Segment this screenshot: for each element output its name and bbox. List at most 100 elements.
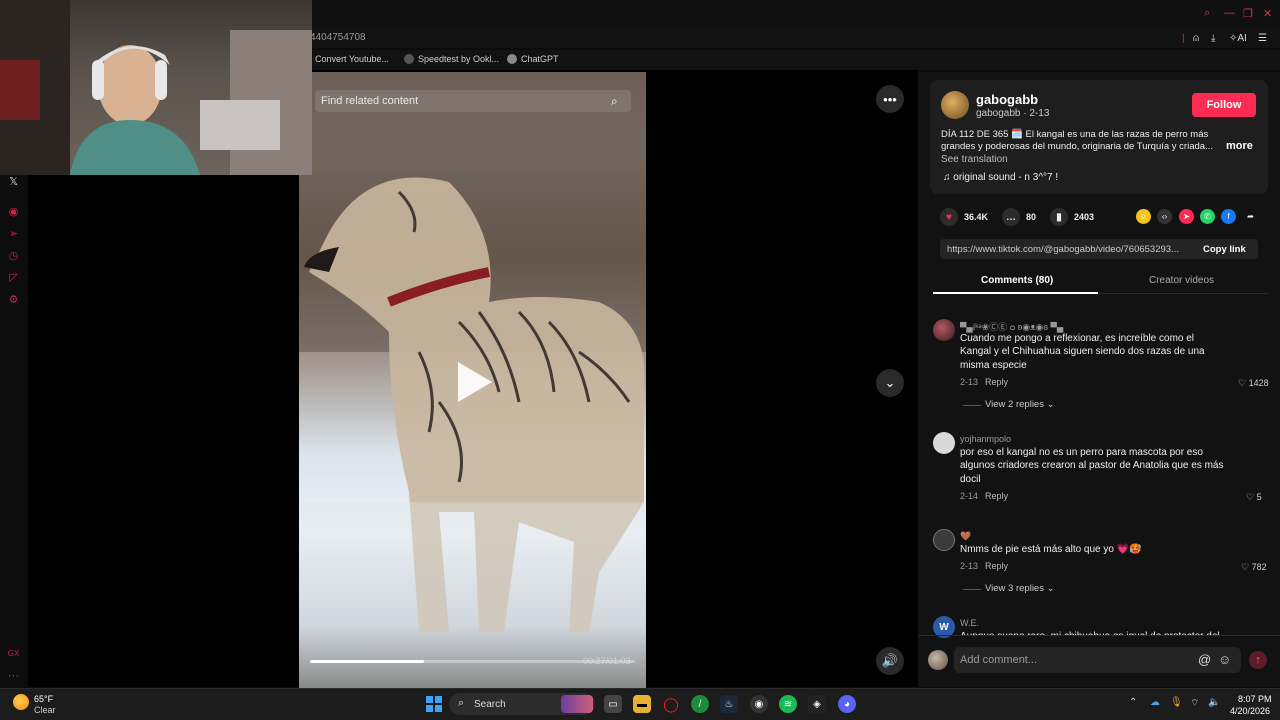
emoji-icon[interactable]: ☺ (1218, 652, 1231, 667)
heart-icon: ♥ (940, 208, 958, 226)
comment-date: 2-14 (960, 491, 979, 501)
url-text[interactable]: 4404754708 (310, 32, 366, 43)
author-handle-date: gabogabb · 2-13 (976, 108, 1050, 119)
browser-sidebar: 𝕏 ◉ ➢ ◷ ◸ ⚙ GX ⋯ (0, 175, 28, 687)
app-icon[interactable]: / (691, 695, 709, 713)
bookmark-speedtest[interactable]: Speedtest by Ookl... (404, 54, 499, 64)
weather-condition: Clear (34, 705, 56, 715)
follow-button[interactable]: Follow (1192, 93, 1256, 117)
app-record-icon[interactable]: ◉ (750, 695, 768, 713)
facebook-icon[interactable]: f (1221, 209, 1236, 224)
volume-button[interactable]: 🔊 (876, 647, 904, 675)
comment-avatar[interactable] (933, 529, 955, 551)
close-icon[interactable]: ✕ (1263, 7, 1272, 20)
file-explorer-icon[interactable]: ▬ (633, 695, 651, 713)
comment-date: 2-13 (960, 561, 979, 571)
settings-icon[interactable]: ⚙ (7, 293, 20, 306)
onedrive-icon[interactable]: ☁ (1150, 697, 1160, 708)
speedtest-icon (404, 54, 414, 64)
comment-author[interactable]: yojhanmpolo (960, 434, 1011, 444)
wifi-icon[interactable]: ⌔ (1190, 697, 1199, 710)
search-highlight-icon[interactable] (561, 695, 593, 713)
minimize-icon[interactable]: — (1224, 7, 1235, 19)
discord-icon[interactable]: ◕ (838, 695, 856, 713)
more-icon[interactable]: ⋯ (7, 669, 20, 682)
gx-icon[interactable]: GX (7, 649, 20, 662)
comment-author[interactable]: W.E. (960, 618, 979, 628)
author-username[interactable]: gabogabb (976, 92, 1038, 107)
download-icon[interactable]: ⤓ (1211, 33, 1215, 44)
bookmark-chatgpt[interactable]: ChatGPT (507, 54, 559, 64)
clock-time[interactable]: 8:07 PM (1238, 694, 1272, 704)
menu-icon[interactable]: ☰ (1258, 33, 1267, 44)
share-icon[interactable]: ➦ (1243, 209, 1258, 224)
comment-like-button[interactable]: ♡ 5 (1246, 492, 1262, 503)
divider-icon: | (1182, 33, 1185, 44)
reply-button[interactable]: Reply (985, 491, 1008, 501)
author-avatar[interactable] (941, 91, 969, 119)
video-link[interactable]: https://www.tiktok.com/@gabogabb/video/7… (947, 244, 1193, 255)
send-to-friends-icon[interactable]: ➤ (1179, 209, 1194, 224)
tab-comments[interactable]: Comments (80) (981, 275, 1053, 286)
profile-icon[interactable]: ⍝ (1193, 33, 1199, 44)
copy-link-button[interactable]: Copy link (1203, 244, 1246, 255)
view-replies-label: View 3 replies (985, 583, 1044, 594)
post-description: DÍA 112 DE 365 🗓️ El kangal es una de la… (941, 129, 1213, 152)
comment-input[interactable] (960, 653, 1160, 667)
comment-like-button[interactable]: ♡ 782 (1241, 562, 1267, 573)
post-comment-button[interactable]: ↑ (1249, 651, 1267, 669)
save-button[interactable]: ▮ 2403 (1050, 208, 1094, 226)
x-icon[interactable]: 𝕏 (7, 175, 20, 188)
comment-avatar[interactable] (933, 432, 955, 454)
tab-creator-videos[interactable]: Creator videos (1149, 275, 1214, 286)
mention-icon[interactable]: @ (1198, 652, 1211, 667)
view-replies-label: View 2 replies (985, 399, 1044, 410)
taskbar-search-label: Search (474, 699, 506, 710)
comment-date: 2-13 (960, 377, 979, 387)
more-options-button[interactable]: ••• (876, 85, 904, 113)
spotify-icon[interactable]: ≋ (779, 695, 797, 713)
view-replies-button[interactable]: View 3 replies ⌄ (985, 583, 1055, 594)
replies-divider (963, 589, 981, 590)
comment-avatar[interactable] (933, 319, 955, 341)
play-icon[interactable] (458, 362, 492, 402)
see-translation-link[interactable]: See translation (941, 154, 1008, 165)
webcam-image (0, 0, 312, 175)
comment-text-line: Nmms de pie está más alto que yo 💗🥵 (960, 544, 1142, 555)
clock-icon[interactable]: ◷ (7, 249, 20, 262)
like-button[interactable]: ♥ 36.4K (940, 208, 988, 226)
clock-date[interactable]: 4/20/2026 (1230, 706, 1270, 716)
comment-like-button[interactable]: ♡ 1428 (1238, 378, 1269, 389)
find-related-placeholder: Find related content (321, 95, 419, 107)
search-icon[interactable]: ⌕ (1204, 7, 1210, 20)
windows-start-icon[interactable] (426, 696, 442, 712)
more-button[interactable]: more (1226, 140, 1253, 152)
chat-icon[interactable]: ◸ (7, 271, 20, 284)
save-count: 2403 (1074, 212, 1095, 222)
next-video-button[interactable]: ⌄ (876, 369, 904, 397)
whatsapp-icon[interactable]: ✆ (1200, 209, 1215, 224)
reply-button[interactable]: Reply (985, 377, 1008, 387)
send-icon[interactable]: ➢ (7, 227, 20, 240)
repost-icon[interactable]: ☺ (1136, 209, 1151, 224)
task-view-icon[interactable]: ▭ (604, 695, 622, 713)
maximize-icon[interactable]: ❐ (1243, 7, 1253, 20)
steam-icon[interactable]: ♨ (720, 695, 738, 713)
view-replies-button[interactable]: View 2 replies ⌄ (985, 399, 1055, 410)
like-count: 36.4K (964, 212, 989, 222)
microphone-icon[interactable]: 🎙 (1170, 697, 1183, 708)
comment-button[interactable]: … 80 (1002, 208, 1036, 226)
embed-icon[interactable]: ‹› (1157, 209, 1172, 224)
bookmark-convert-youtube[interactable]: Convert Youtube... (315, 54, 389, 64)
search-icon[interactable]: ⌕ (611, 94, 618, 109)
speaker-icon[interactable]: 🔈 (1208, 697, 1220, 708)
opera-gx-icon[interactable]: ◯ (662, 695, 680, 713)
original-sound-link[interactable]: ♫ original sound - n 3^°7 ! (943, 172, 1058, 183)
weather-icon[interactable] (13, 694, 29, 710)
comment-author[interactable]: 🤎 (960, 531, 971, 542)
reply-button[interactable]: Reply (985, 561, 1008, 571)
record-icon[interactable]: ◉ (7, 205, 20, 218)
unity-icon[interactable]: ◈ (808, 695, 826, 713)
chevron-up-icon[interactable]: ⌃ (1129, 697, 1137, 708)
ai-button[interactable]: ✧AI (1229, 33, 1247, 44)
